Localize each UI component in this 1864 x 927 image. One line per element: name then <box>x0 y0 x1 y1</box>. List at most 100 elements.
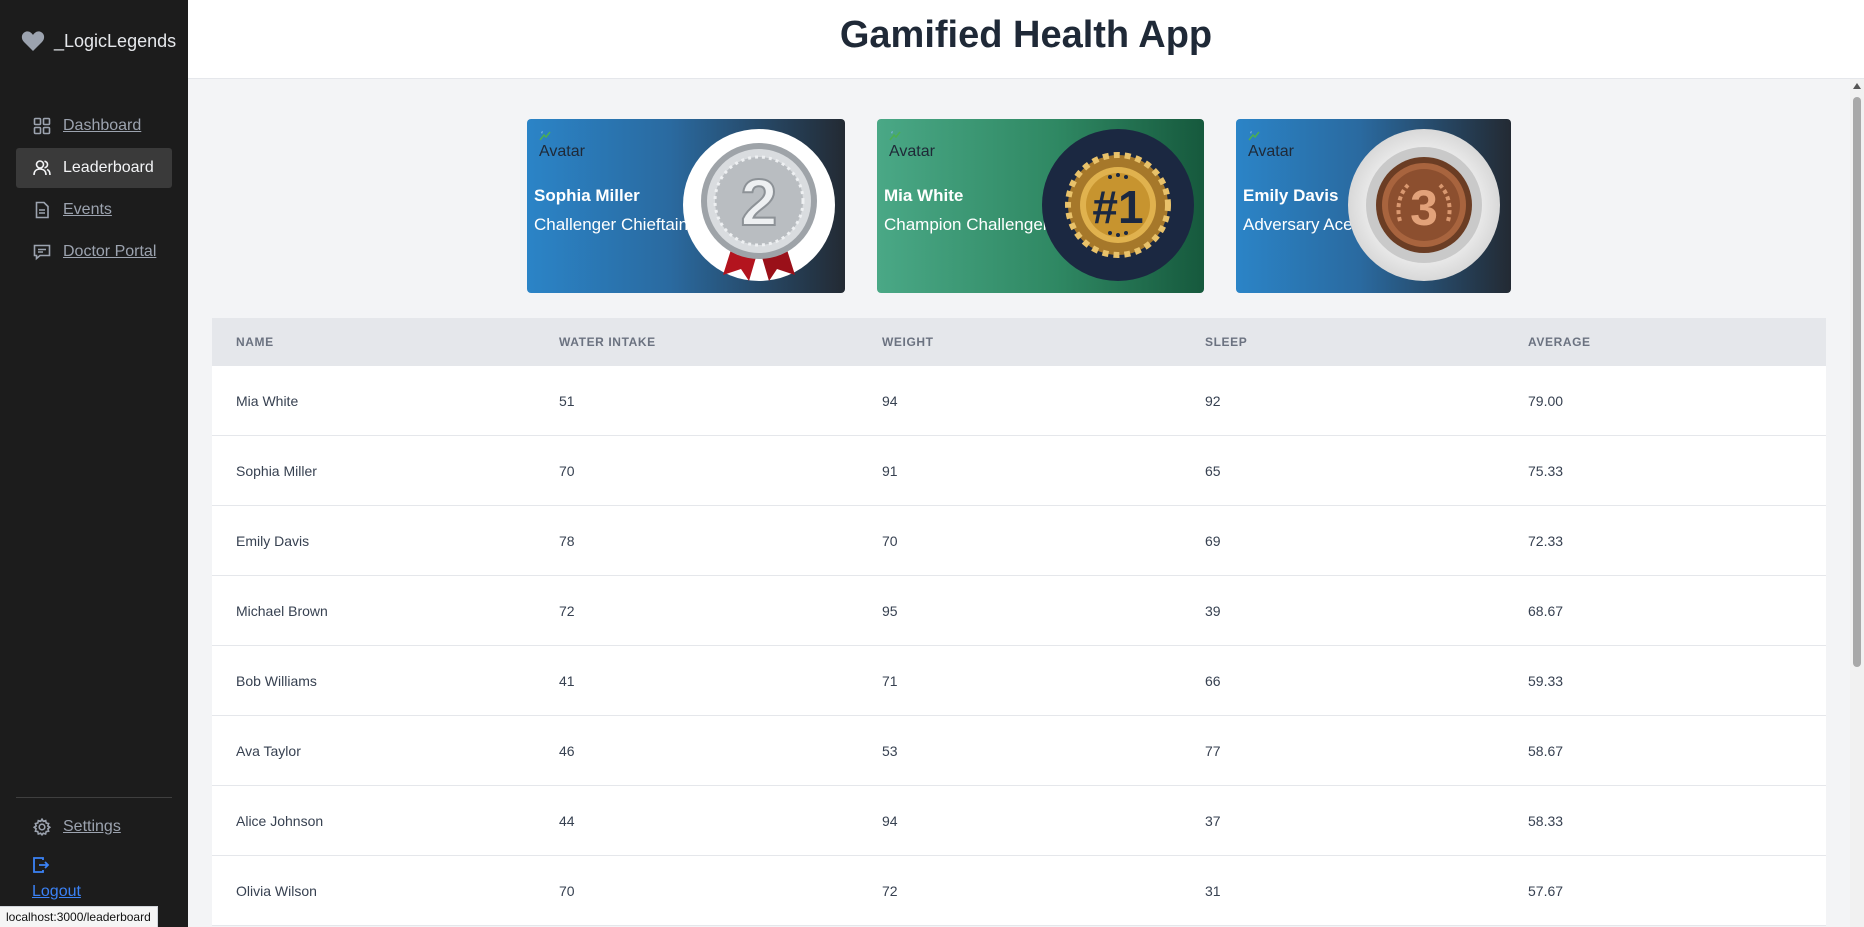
sidebar-item-label: Events <box>63 201 112 218</box>
broken-image-icon <box>1248 131 1260 141</box>
cell-sleep: 65 <box>1205 462 1221 479</box>
podium-title: Challenger Chieftain <box>534 215 689 234</box>
cell-weight: 71 <box>882 672 898 689</box>
cell-name: Alice Johnson <box>236 812 324 829</box>
cell-name: Mia White <box>236 392 299 409</box>
document-icon <box>35 201 49 219</box>
medal-rank-number: 2 <box>741 165 778 239</box>
column-header-average: AVERAGE <box>1528 335 1591 349</box>
cell-sleep: 69 <box>1205 532 1221 549</box>
cell-water-intake: 51 <box>559 392 575 409</box>
page-title: Gamified Health App <box>839 14 1213 56</box>
sidebar-divider <box>16 797 172 798</box>
grid-icon <box>33 117 51 135</box>
avatar: Avatar <box>1248 130 1294 161</box>
table-row: Sophia Miller 70 91 65 75.33 <box>212 436 1826 506</box>
sidebar-item-label: Dashboard <box>63 117 142 134</box>
cell-sleep: 66 <box>1205 672 1221 689</box>
brand-name: _LogicLegends <box>54 30 177 51</box>
avatar: Avatar <box>889 130 935 161</box>
podium-title: Champion Challenger <box>884 215 1049 234</box>
cell-water-intake: 46 <box>559 742 575 759</box>
sidebar-nav: Dashboard Leaderboard Events Doctor Port… <box>16 106 172 274</box>
sidebar-item-label: Settings <box>63 818 121 835</box>
cell-name: Ava Taylor <box>236 742 301 759</box>
table-row: Bob Williams 41 71 66 59.33 <box>212 646 1826 716</box>
vertical-scrollbar[interactable] <box>1850 79 1864 927</box>
avatar-alt-text: Avatar <box>889 143 935 160</box>
podium-name: Mia White <box>884 186 964 205</box>
podium-card-first[interactable]: Avatar Mia White Champion Challenger #1 <box>877 119 1204 293</box>
cell-weight: 70 <box>882 532 898 549</box>
cell-water-intake: 70 <box>559 882 575 899</box>
cell-sleep: 39 <box>1205 602 1221 619</box>
podium-name: Emily Davis <box>1243 186 1339 205</box>
gold-medal-icon: #1 <box>1042 129 1194 281</box>
logout-icon <box>33 857 50 873</box>
cell-average: 59.33 <box>1528 672 1564 689</box>
cell-average: 57.67 <box>1528 882 1564 899</box>
table-row: Olivia Wilson 70 72 31 57.67 <box>212 856 1826 926</box>
cell-sleep: 77 <box>1205 742 1221 759</box>
cell-sleep: 37 <box>1205 812 1221 829</box>
cell-sleep: 92 <box>1205 392 1221 409</box>
cell-weight: 91 <box>882 462 898 479</box>
column-header-name: NAME <box>236 335 274 349</box>
sidebar-item-dashboard[interactable]: Dashboard <box>16 106 172 146</box>
table-header: NAME WATER INTAKE WEIGHT SLEEP AVERAGE <box>212 318 1826 366</box>
column-header-weight: WEIGHT <box>882 335 934 349</box>
cell-name: Sophia Miller <box>236 462 317 479</box>
sidebar: _LogicLegends Dashboard Leaderboard Even… <box>0 0 188 927</box>
cell-weight: 72 <box>882 882 898 899</box>
gear-icon <box>33 818 51 836</box>
podium-title: Adversary Ace <box>1243 215 1353 234</box>
cell-average: 72.33 <box>1528 532 1564 549</box>
brand[interactable]: _LogicLegends <box>20 30 176 52</box>
users-icon <box>33 160 51 176</box>
table-row: Mia White 51 94 92 79.00 <box>212 366 1826 436</box>
header: Gamified Health App <box>188 0 1864 79</box>
avatar: Avatar <box>539 130 585 161</box>
sidebar-item-doctor-portal[interactable]: Doctor Portal <box>16 232 172 272</box>
cell-average: 58.67 <box>1528 742 1564 759</box>
sidebar-item-label: Leaderboard <box>63 159 154 176</box>
podium-name: Sophia Miller <box>534 186 640 205</box>
cell-water-intake: 70 <box>559 462 575 479</box>
cell-water-intake: 44 <box>559 812 575 829</box>
cell-water-intake: 72 <box>559 602 575 619</box>
cell-water-intake: 41 <box>559 672 575 689</box>
scroll-up-arrow-icon[interactable] <box>1853 83 1861 89</box>
medal-rank-number: #1 <box>1092 181 1143 233</box>
logout-label: Logout <box>32 883 81 900</box>
table-row: Alice Johnson 44 94 37 58.33 <box>212 786 1826 856</box>
chat-icon <box>33 244 51 261</box>
sidebar-item-events[interactable]: Events <box>16 190 172 230</box>
cell-weight: 94 <box>882 812 898 829</box>
cell-name: Bob Williams <box>236 672 317 689</box>
broken-image-icon <box>889 131 901 141</box>
cell-water-intake: 78 <box>559 532 575 549</box>
medal-rank-number: 3 <box>1410 180 1438 236</box>
logout-button[interactable]: Logout <box>32 856 81 901</box>
podium-card-second[interactable]: Avatar Sophia Miller Challenger Chieftai… <box>527 119 845 293</box>
cell-name: Michael Brown <box>236 602 328 619</box>
cell-average: 79.00 <box>1528 392 1564 409</box>
settings-section: Settings <box>16 807 172 849</box>
cell-name: Olivia Wilson <box>236 882 317 899</box>
browser-status-url: localhost:3000/leaderboard <box>0 906 158 927</box>
sidebar-item-leaderboard[interactable]: Leaderboard <box>16 148 172 188</box>
table-row: Ava Taylor 46 53 77 58.67 <box>212 716 1826 786</box>
cell-weight: 53 <box>882 742 898 759</box>
scrollbar-thumb[interactable] <box>1853 97 1861 667</box>
avatar-alt-text: Avatar <box>1248 143 1294 160</box>
podium-card-third[interactable]: Avatar Emily Davis Adversary Ace 3 <box>1236 119 1511 293</box>
cell-weight: 95 <box>882 602 898 619</box>
table-row: Michael Brown 72 95 39 68.67 <box>212 576 1826 646</box>
sidebar-item-settings[interactable]: Settings <box>16 807 172 847</box>
column-header-water-intake: WATER INTAKE <box>559 335 656 349</box>
cell-weight: 94 <box>882 392 898 409</box>
avatar-alt-text: Avatar <box>539 143 585 160</box>
bronze-medal-icon: 3 <box>1348 129 1500 281</box>
cell-name: Emily Davis <box>236 532 310 549</box>
leaderboard-table: NAME WATER INTAKE WEIGHT SLEEP AVERAGE M… <box>212 318 1826 926</box>
